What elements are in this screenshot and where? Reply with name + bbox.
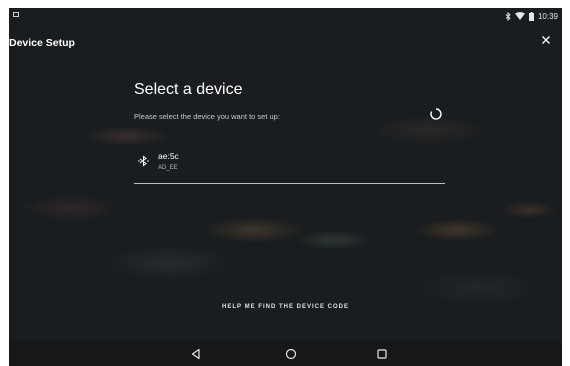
status-icons: 10:39: [505, 10, 558, 22]
device-detail: AD_EE: [158, 165, 178, 171]
status-time: 10:39: [537, 11, 558, 21]
recents-icon: [375, 347, 389, 361]
device-name: ae:5c: [158, 151, 179, 161]
status-bar: 10:39: [9, 8, 562, 24]
close-button[interactable]: [540, 34, 552, 46]
screenshot-frame: 10:39 Device Setup Select a device Pleas…: [0, 0, 570, 366]
bluetooth-icon: [138, 155, 150, 167]
battery-icon: [528, 11, 534, 21]
select-device-instruction: Please select the device you want to set…: [134, 112, 280, 121]
select-device-heading: Select a device: [134, 81, 243, 98]
list-divider: [134, 183, 445, 184]
wifi-icon: [514, 12, 525, 20]
loading-spinner-icon: [429, 107, 443, 121]
close-icon: [540, 34, 552, 46]
device-screen: 10:39 Device Setup Select a device Pleas…: [9, 8, 562, 366]
device-list-item[interactable]: ae:5c AD_EE: [134, 145, 445, 183]
navigation-bar: [9, 340, 562, 366]
recents-button[interactable]: [375, 347, 389, 361]
back-button[interactable]: [189, 347, 203, 361]
help-find-device-code-link[interactable]: HELP ME FIND THE DEVICE CODE: [9, 304, 562, 310]
home-icon: [284, 347, 298, 361]
home-button[interactable]: [284, 347, 298, 361]
bluetooth-icon: [505, 11, 511, 21]
back-icon: [189, 347, 203, 361]
page-title: Device Setup: [9, 37, 75, 49]
notification-icon: [13, 12, 19, 17]
